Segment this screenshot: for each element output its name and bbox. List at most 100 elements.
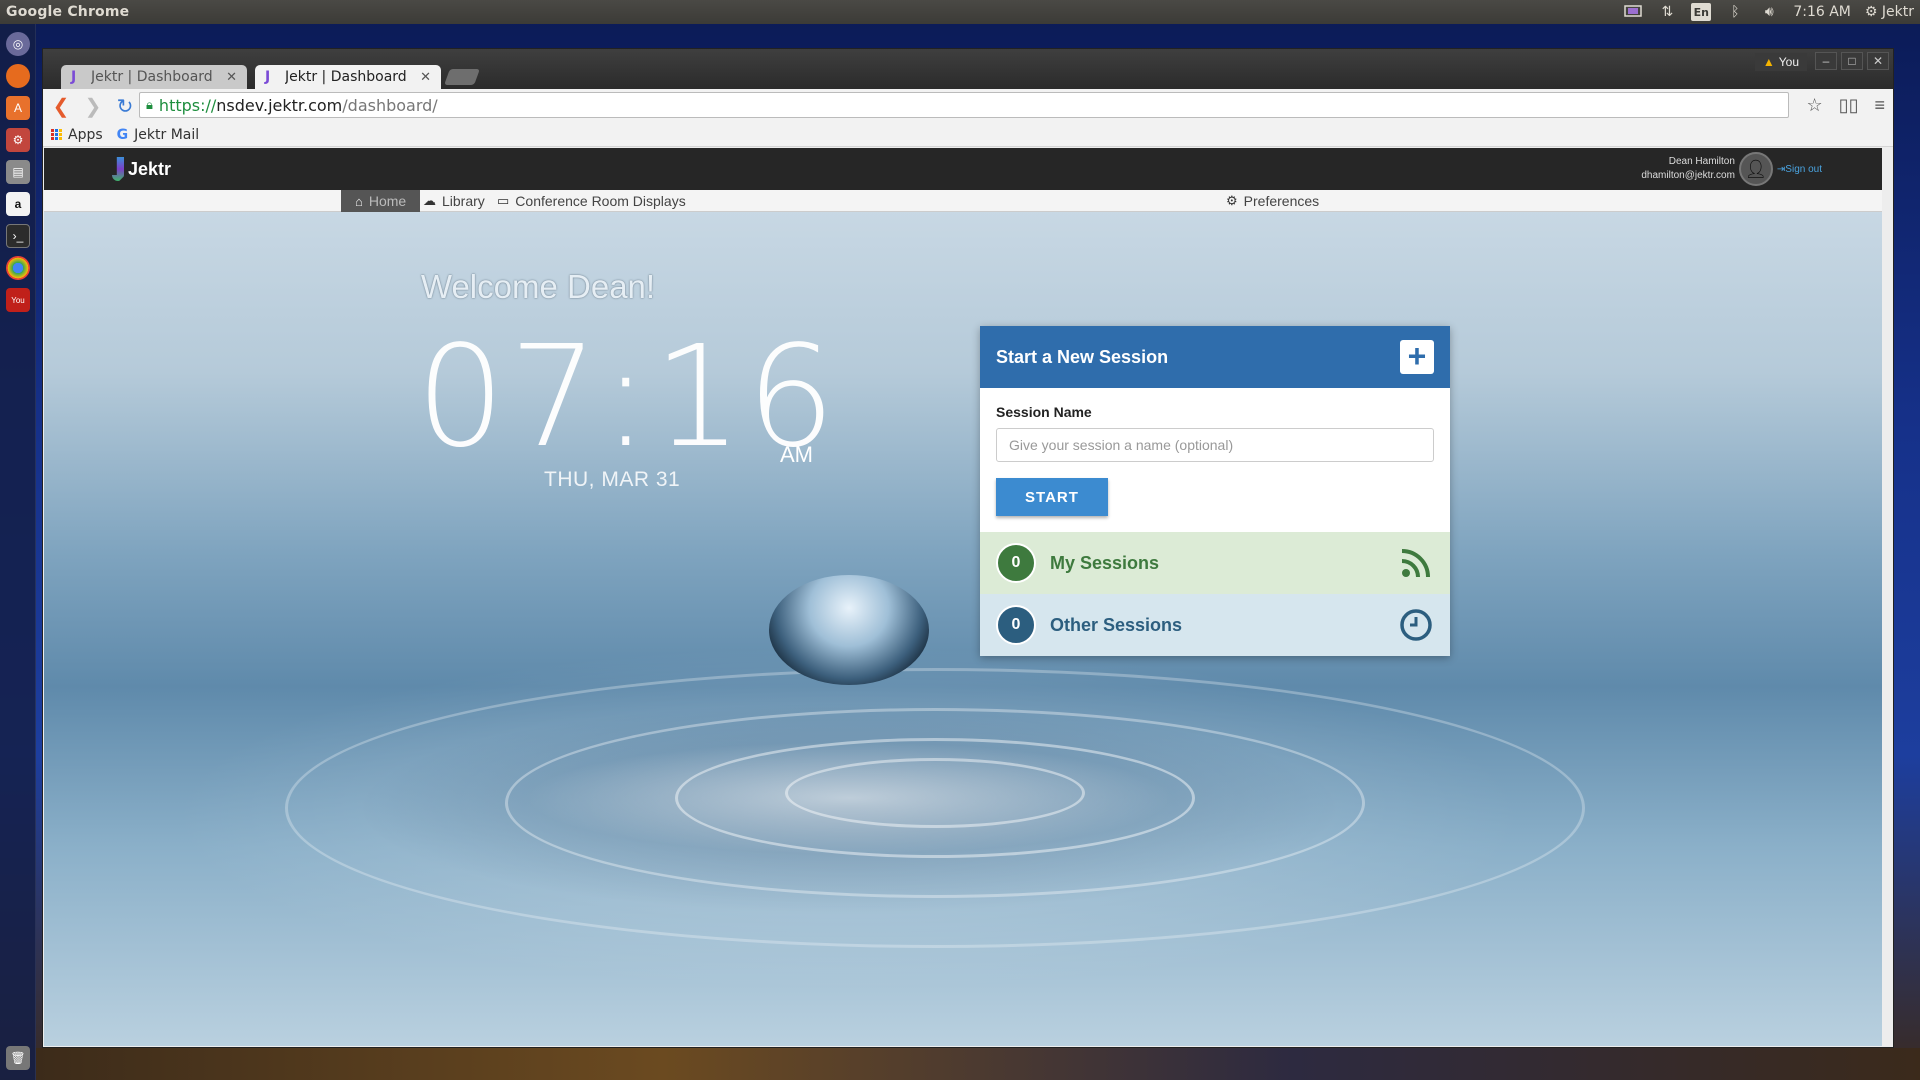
tab-label: Jektr | Dashboard [285,69,407,85]
firefox-icon[interactable] [6,64,30,88]
jektr-favicon-icon: J [71,69,77,85]
welcome-message: Welcome Dean! [420,268,656,305]
lock-icon: 🔒︎ [146,97,153,113]
clock-icon [1400,609,1432,641]
close-icon[interactable]: ✕ [420,70,431,85]
warning-icon: ▲ [1762,55,1775,69]
profile-button[interactable]: ▲ You [1754,53,1807,71]
youtube-icon[interactable]: You [6,288,30,312]
display-icon[interactable] [1623,3,1643,21]
browser-toolbar: ❮ ❯ ↻ 🔒︎ https://nsdev.jektr.com/dashboa… [43,89,1893,123]
add-session-button[interactable]: + [1400,340,1434,374]
jektr-logo[interactable]: Jektr [112,157,171,181]
active-app-title: Google Chrome [6,4,130,20]
desktop-wallpaper-strip [36,1048,1920,1080]
bookmarks-bar: Apps G Jektr Mail [43,123,1893,147]
chrome-window: J Jektr | Dashboard ✕ J Jektr | Dashboar… [42,48,1894,1048]
bookmark-label: Jektr Mail [134,126,200,143]
plus-icon: + [1407,338,1427,374]
session-menu[interactable]: ⚙ Jektr [1865,4,1914,20]
rss-icon [1401,549,1430,578]
page-viewport: Jektr Dean Hamilton dhamilton@jektr.com … [44,148,1882,1046]
reload-icon: ↻ [116,95,134,118]
nav-home-label: Home [368,193,407,209]
nav-conference-room-displays[interactable]: ▭ Conference Room Displays [483,190,700,212]
volume-icon[interactable]: 🔊︎ [1759,3,1779,21]
arrow-left-icon: ❮ [52,95,70,118]
close-window-button[interactable]: ✕ [1867,52,1889,70]
profile-label: You [1778,55,1799,69]
arrow-right-icon: ❯ [84,95,102,118]
address-bar[interactable]: 🔒︎ https://nsdev.jektr.com/dashboard/ [139,92,1789,118]
menu-icon[interactable]: ≡ [1874,95,1885,116]
terminal-icon[interactable]: ›_ [6,224,30,248]
amazon-icon[interactable]: a [6,192,30,216]
url-path: /dashboard/ [342,95,438,115]
back-button[interactable]: ❮ [47,92,75,120]
system-tray: ⇅ En ᛒ 🔊︎ 7:16 AM ⚙ Jektr [1623,3,1914,21]
my-sessions-label: My Sessions [1050,552,1160,573]
trash-icon[interactable]: 🗑︎ [6,1046,30,1070]
star-icon[interactable]: ☆ [1807,95,1823,116]
forward-button[interactable]: ❯ [79,92,107,120]
keyboard-language-indicator[interactable]: En [1691,3,1712,21]
reader-mode-icon[interactable]: ▯▯ [1839,95,1859,116]
nav-preferences-label: Preferences [1243,193,1320,209]
user-email: dhamilton@jektr.com [1641,170,1735,181]
unity-launcher: ◎ A ⚙ ▤ a ›_ You 🗑︎ [0,24,36,1080]
url-scheme: https:// [158,95,217,115]
app-header: Jektr Dean Hamilton dhamilton@jektr.com … [44,148,1882,190]
minimize-button[interactable]: – [1815,52,1837,70]
nav-displays-label: Conference Room Displays [515,193,686,209]
user-icon: 👤︎ [1744,158,1768,179]
session-user-label: Jektr [1881,4,1914,20]
session-name-input[interactable] [996,428,1434,462]
bookmark-apps[interactable]: Apps [51,127,103,143]
dash-home-icon[interactable]: ◎ [6,32,30,56]
user-menu: Dean Hamilton dhamilton@jektr.com 👤︎ ⇥Si… [1641,152,1822,186]
sign-out-link[interactable]: ⇥Sign out [1777,164,1822,175]
system-clock[interactable]: 7:16 AM [1793,4,1851,20]
home-icon: ⌂ [355,193,363,209]
network-icon[interactable]: ⇅ [1657,3,1677,21]
cloud-icon: ☁ [423,193,436,208]
bluetooth-icon[interactable]: ᛒ [1725,3,1745,21]
bookmark-jektr-mail[interactable]: G Jektr Mail [117,127,199,143]
nav-library-label: Library [442,193,485,209]
clock-time: 07:16 [416,316,840,479]
my-sessions-row[interactable]: 0 My Sessions [980,532,1450,594]
app-nav: ⌂ Home ☁ Library ▭ Conference Room Displ… [44,190,1882,212]
system-settings-icon[interactable]: ⚙ [6,128,30,152]
my-sessions-count: 0 [996,543,1036,583]
session-name-label: Session Name [996,404,1092,420]
other-sessions-count: 0 [996,605,1036,645]
url-host: nsdev.jektr.com [216,95,343,115]
clock-date: THU, MAR 31 [544,468,681,491]
card-header: Start a New Session + [980,326,1450,388]
tab-label: Jektr | Dashboard [91,69,213,85]
monitor-icon: ▭ [497,193,510,208]
gear-icon: ⚙ [1864,4,1878,20]
avatar[interactable]: 👤︎ [1738,152,1773,186]
maximize-button[interactable]: □ [1841,52,1863,70]
new-tab-button[interactable] [444,69,480,85]
jektr-logo-mark-icon [112,157,124,181]
file-manager-icon[interactable]: ▤ [6,160,30,184]
software-center-icon[interactable]: A [6,96,30,120]
reload-button[interactable]: ↻ [111,92,139,120]
browser-tab-active[interactable]: J Jektr | Dashboard ✕ [255,65,441,89]
water-ripple [285,668,1585,948]
other-sessions-row[interactable]: 0 Other Sessions [980,594,1450,656]
cogs-icon: ⚙ [1226,193,1238,208]
bookmark-label: Apps [68,126,103,143]
new-session-card: Start a New Session + Session Name START… [980,326,1450,656]
toolbar-actions: ☆ ▯▯ ≡ [1807,95,1885,116]
user-info: Dean Hamilton dhamilton@jektr.com [1641,155,1735,183]
start-button[interactable]: START [996,478,1108,516]
close-icon[interactable]: ✕ [226,70,237,85]
sign-out-label: Sign out [1785,163,1822,175]
chrome-icon[interactable] [6,256,30,280]
nav-preferences[interactable]: ⚙ Preferences [1212,190,1333,212]
browser-tab[interactable]: J Jektr | Dashboard ✕ [61,65,247,89]
user-name: Dean Hamilton [1668,156,1735,167]
